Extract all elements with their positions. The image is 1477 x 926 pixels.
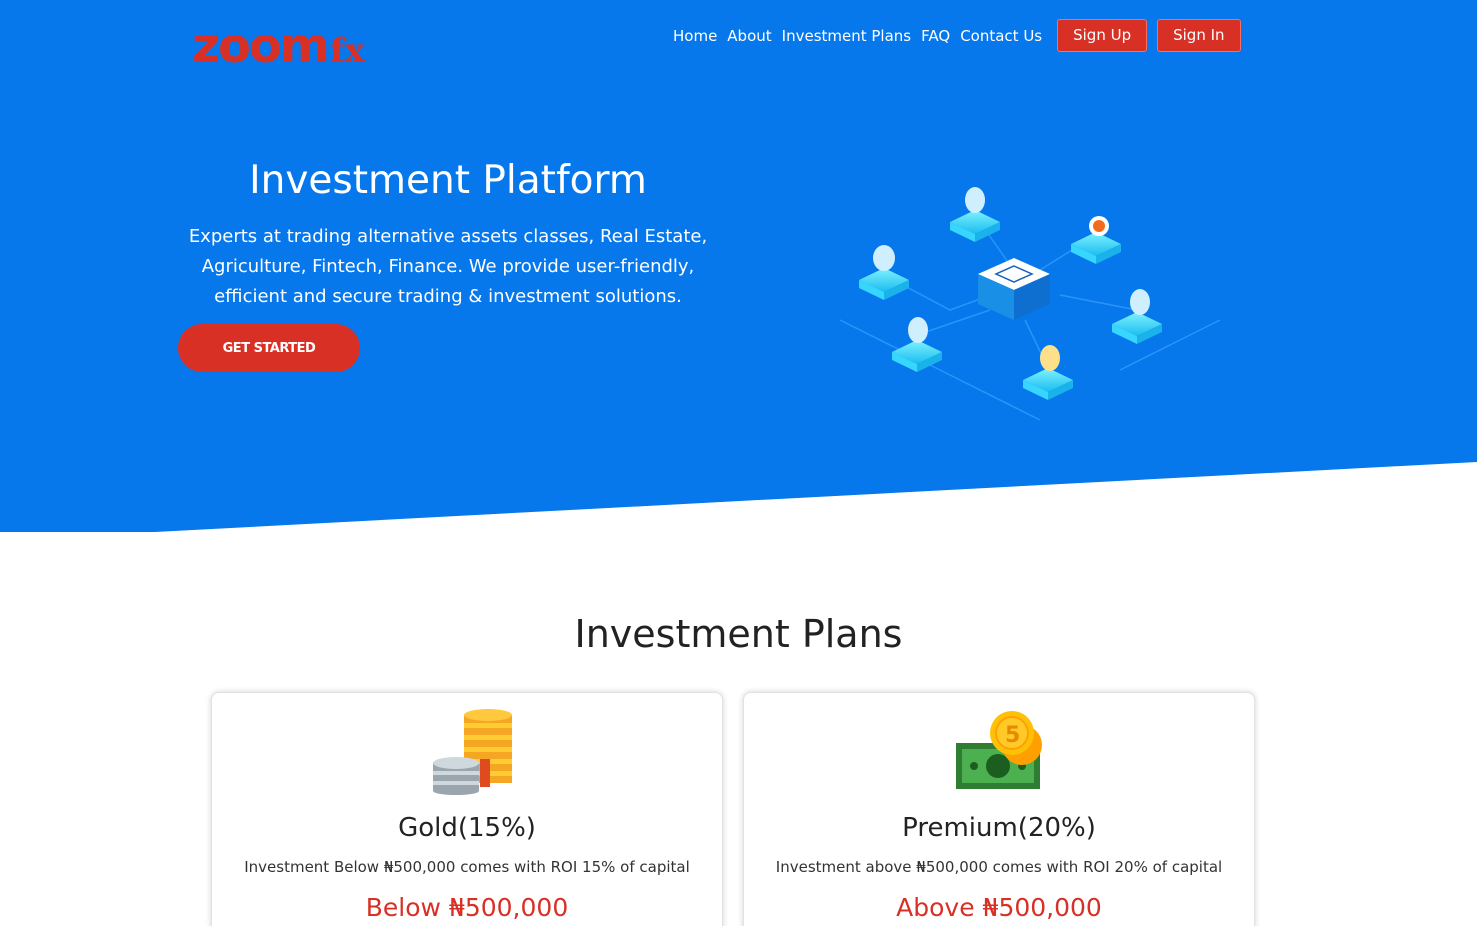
svg-text:5: 5 [1005,723,1020,748]
nav-link-home[interactable]: Home [673,27,717,45]
nav-link-investment-plans[interactable]: Investment Plans [782,27,911,45]
get-started-button[interactable]: GET STARTED [178,324,360,372]
hero-description: Experts at trading alternative assets cl… [188,226,708,307]
logo-main-text: zoom [192,18,330,74]
plan-name: Premium(20%) [902,813,1096,843]
nav-link-faq[interactable]: FAQ [921,27,950,45]
nav-link-about[interactable]: About [727,27,771,45]
hero-section: zoomfx Home About Investment Plans FAQ C… [0,0,1477,532]
plan-description: Investment Below ₦500,000 comes with ROI… [244,858,690,876]
plan-card-premium[interactable]: 5 Premium(20%) Investment above ₦500,000… [743,692,1255,926]
logo-suffix-text: fx [329,31,365,71]
main-nav: Home About Investment Plans FAQ Contact … [668,19,1241,52]
nav-link-contact-us[interactable]: Contact Us [960,27,1042,45]
hero-title: Investment Platform [249,158,647,203]
plan-name: Gold(15%) [398,813,536,843]
plan-description: Investment above ₦500,000 comes with ROI… [775,858,1223,876]
plans-section-title: Investment Plans [574,612,903,656]
plan-card-gold[interactable]: Gold(15%) Investment Below ₦500,000 come… [211,692,723,926]
logo[interactable]: zoomfx [192,20,382,72]
crypto-network-illustration [839,187,1221,421]
sign-in-button[interactable]: Sign In [1157,19,1241,52]
sign-up-button[interactable]: Sign Up [1057,19,1148,52]
gold-coins-icon [433,709,512,795]
plan-price: Below ₦500,000 [365,893,569,922]
plan-price: Above ₦500,000 [896,893,1102,922]
cash-coins-icon: 5 [956,711,1042,789]
